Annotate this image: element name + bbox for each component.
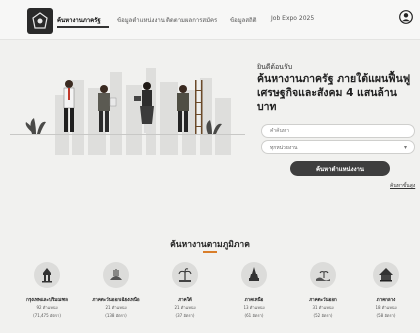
region-card-northeast[interactable]: ภาคตะวันออกเฉียงเหนือ 21 ตำแหน่ง (138 อั…: [86, 262, 146, 319]
region-positions: (58 อัตรา): [376, 313, 396, 318]
nav-item-job-expo[interactable]: Job Expo 2025: [271, 15, 314, 22]
chevron-down-icon: ▾: [403, 144, 407, 151]
region-count: 18 ตำแหน่ง: [375, 305, 397, 310]
region-card-south[interactable]: ภาคใต้ 21 ตำแหน่ง (37 อัตรา): [155, 262, 215, 319]
region-name: ภาคใต้: [178, 298, 192, 303]
hero-title: ค้นหางานภาครัฐ ภายใต้แผนฟื้นฟูเศรษฐกิจแล…: [257, 73, 411, 113]
region-positions: (37 อัตรา): [175, 313, 195, 318]
region-count: 13 ตำแหน่ง: [243, 305, 265, 310]
nav-item-job-info[interactable]: ข้อมูลตำแหน่งงาน: [117, 15, 165, 25]
hero-illustration: [10, 68, 245, 155]
beach-icon: [172, 262, 198, 288]
region-name: ภาคตะวันออก: [309, 298, 337, 303]
region-positions: (138 อัตรา): [105, 313, 127, 318]
island-icon: [310, 262, 336, 288]
top-navbar: ค้นหางานภาครัฐ ข้อมูลตำแหน่งงาน ติดตามผล…: [0, 0, 420, 40]
region-name: ภาคตะวันออกเฉียงเหนือ: [92, 298, 140, 303]
region-positions: (52 อัตรา): [313, 313, 333, 318]
region-card-north[interactable]: ภาคเหนือ 13 ตำแหน่ง (61 อัตรา): [224, 262, 284, 319]
section-title-underline: [203, 251, 217, 253]
region-card-central[interactable]: ภาคกลาง 18 ตำแหน่ง (58 อัตรา): [356, 262, 416, 319]
region-name: กรุงเทพและปริมณฑล: [26, 298, 68, 303]
region-card-east[interactable]: ภาคตะวันออก 31 ตำแหน่ง (52 อัตรา): [293, 262, 353, 319]
region-count: 92 ตำแหน่ง: [36, 305, 58, 310]
region-name: ภาคกลาง: [376, 298, 396, 303]
emblem-icon: [32, 12, 48, 29]
field-icon: [103, 262, 129, 288]
region-count: 21 ตำแหน่ง: [105, 305, 127, 310]
shrine-icon: [373, 262, 399, 288]
region-card-bangkok[interactable]: กรุงเทพและปริมณฑล 92 ตำแหน่ง (71,475 อัต…: [17, 262, 77, 319]
nav-item-statistics[interactable]: ข้อมูลสถิติ: [230, 15, 257, 25]
agency-dropdown[interactable]: ทุกหน่วยงาน ▾: [261, 140, 415, 154]
temple-icon: [34, 262, 60, 288]
nav-active-indicator: [57, 26, 109, 28]
site-logo[interactable]: [27, 8, 53, 34]
pagoda-icon: [241, 262, 267, 288]
advanced-search-link[interactable]: ค้นหาขั้นสูง: [390, 182, 415, 190]
region-count: 21 ตำแหน่ง: [174, 305, 196, 310]
region-name: ภาคเหนือ: [244, 298, 264, 303]
region-positions: (71,475 อัตรา): [33, 313, 61, 318]
nav-item-track-application[interactable]: ติดตามผลการสมัคร: [166, 15, 217, 25]
user-account-icon[interactable]: [399, 10, 413, 24]
nav-item-find-jobs[interactable]: ค้นหางานภาครัฐ: [57, 15, 101, 25]
keyword-search-input[interactable]: [261, 124, 415, 138]
search-jobs-button[interactable]: ค้นหาตำแหน่งงาน: [290, 161, 390, 176]
agency-dropdown-value: ทุกหน่วยงาน: [270, 145, 298, 151]
region-positions: (61 อัตรา): [244, 313, 264, 318]
region-section-title: ค้นหางานตามภูมิภาค: [170, 240, 250, 250]
region-count: 31 ตำแหน่ง: [312, 305, 334, 310]
